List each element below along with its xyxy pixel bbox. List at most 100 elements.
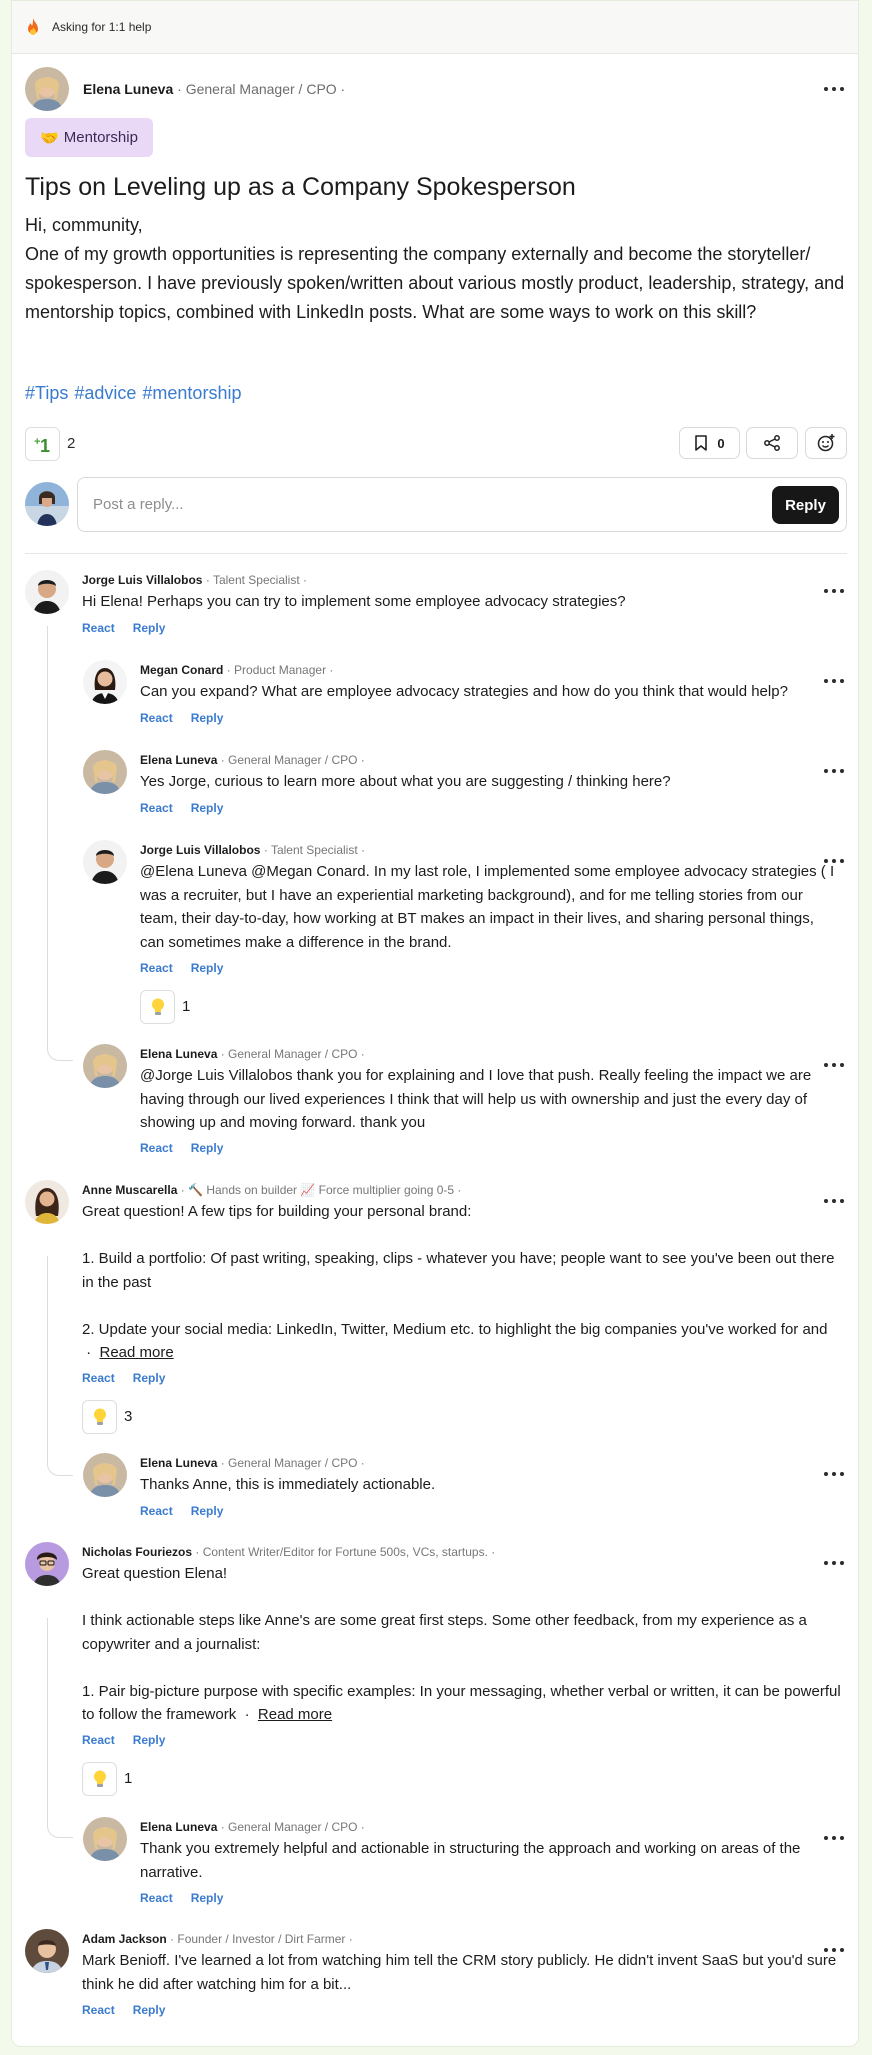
comment-author[interactable]: Elena Luneva (140, 1456, 217, 1470)
bookmark-button[interactable]: 0 (679, 427, 740, 459)
reply-submit-button[interactable]: Reply (772, 486, 839, 524)
reply-input[interactable]: Post a reply... Reply (77, 477, 847, 532)
comment-more-options-button[interactable] (824, 1834, 844, 1842)
reaction-bulb-button[interactable] (82, 1762, 117, 1796)
avatar-elena-icon (83, 750, 127, 794)
author-name[interactable]: Elena Luneva (83, 81, 173, 97)
reply-button[interactable]: Reply (191, 961, 224, 975)
comment-paragraph-text: 1. Pair big-picture purpose with specifi… (82, 1682, 841, 1724)
comment-more-options-button[interactable] (824, 1559, 844, 1567)
comment-paragraph: 2. Update your social media: LinkedIn, T… (82, 1320, 828, 1362)
post-title: Tips on Leveling up as a Company Spokesp… (25, 173, 576, 201)
comment-author-role: · Content Writer/Editor for Fortune 500s… (195, 1545, 496, 1559)
reaction-count: 3 (124, 1408, 133, 1425)
avatar[interactable] (83, 660, 127, 704)
comment-more-options-button[interactable] (824, 1470, 844, 1478)
avatar-megan-icon (83, 660, 127, 704)
comment-actions: React Reply (140, 711, 241, 725)
author-line: Elena Luneva · General Manager / CPO · (83, 81, 345, 97)
comment-header: Elena Luneva · General Manager / CPO · (140, 1456, 365, 1470)
comment-actions: React Reply (82, 2003, 183, 2017)
react-button[interactable]: React (140, 961, 173, 975)
comment-more-options-button[interactable] (824, 677, 844, 685)
reaction-count: 1 (124, 1770, 133, 1787)
avatar[interactable] (25, 67, 69, 111)
hashtag-tips[interactable]: #Tips (25, 383, 68, 403)
react-button[interactable]: React (140, 801, 173, 815)
avatar[interactable] (83, 1453, 127, 1497)
comment-author[interactable]: Nicholas Fouriezos (82, 1545, 192, 1559)
react-button[interactable]: React (140, 1141, 173, 1155)
comment-header: Megan Conard · Product Manager · (140, 663, 333, 677)
comment-header: Jorge Luis Villalobos · Talent Specialis… (82, 573, 307, 587)
reply-button[interactable]: Reply (191, 1141, 224, 1155)
comment-more-options-button[interactable] (824, 587, 844, 595)
comment-more-options-button[interactable] (824, 1946, 844, 1954)
reply-button[interactable]: Reply (133, 1733, 166, 1747)
comment-more-options-button[interactable] (824, 1197, 844, 1205)
category-tag[interactable]: 🤝 Mentorship (25, 118, 153, 157)
comment-actions: React Reply (140, 961, 241, 975)
comment-author[interactable]: Megan Conard (140, 663, 223, 677)
comment-paragraph-text: 2. Update your social media: LinkedIn, T… (82, 1320, 828, 1338)
comment: Jorge Luis Villalobos · Talent Specialis… (25, 570, 847, 635)
lightbulb-icon (151, 998, 164, 1015)
react-button[interactable]: React (140, 711, 173, 725)
avatar[interactable] (83, 750, 127, 794)
comment-author[interactable]: Adam Jackson (82, 1932, 167, 1946)
avatar[interactable] (25, 1542, 69, 1586)
comment-actions: React Reply (82, 621, 183, 635)
comment-author[interactable]: Jorge Luis Villalobos (82, 573, 202, 587)
comment-author[interactable]: Jorge Luis Villalobos (140, 843, 260, 857)
reaction-bulb-button[interactable] (140, 990, 175, 1024)
share-button[interactable] (746, 427, 798, 459)
comment: Jorge Luis Villalobos · Talent Specialis… (83, 840, 847, 1024)
reaction-bulb-button[interactable] (82, 1400, 117, 1434)
reply-button[interactable]: Reply (133, 2003, 166, 2017)
upvote-button[interactable]: +1 (25, 427, 60, 461)
react-button[interactable]: React (140, 1891, 173, 1905)
comment: Elena Luneva · General Manager / CPO · T… (83, 1817, 847, 1907)
reply-button[interactable]: Reply (191, 711, 224, 725)
add-reaction-button[interactable] (805, 427, 847, 459)
avatar[interactable] (83, 840, 127, 884)
comment-author-role: · General Manager / CPO · (220, 1047, 365, 1061)
comment-author[interactable]: Elena Luneva (140, 1047, 217, 1061)
avatar[interactable] (25, 570, 69, 614)
hashtag-mentorship[interactable]: #mentorship (142, 383, 241, 403)
reply-composer: Post a reply... Reply (25, 477, 847, 532)
topbar-label: Asking for 1:1 help (52, 20, 152, 34)
reply-button[interactable]: Reply (191, 1504, 224, 1518)
comment-more-options-button[interactable] (824, 857, 844, 865)
reply-input-placeholder: Post a reply... (93, 496, 184, 513)
read-more-link[interactable]: Read more (258, 1706, 332, 1723)
react-button[interactable]: React (82, 1371, 115, 1385)
comment-author[interactable]: Elena Luneva (140, 1820, 217, 1834)
react-button[interactable]: React (82, 1733, 115, 1747)
avatar[interactable] (25, 1929, 69, 1973)
reply-button[interactable]: Reply (191, 1891, 224, 1905)
post-more-options-button[interactable] (824, 85, 844, 93)
comment-more-options-button[interactable] (824, 1061, 844, 1069)
comment-header: Jorge Luis Villalobos · Talent Specialis… (140, 843, 365, 857)
comment-text: Thank you extremely helpful and actionab… (140, 1840, 801, 1881)
comment-author[interactable]: Elena Luneva (140, 753, 217, 767)
avatar[interactable] (25, 1180, 69, 1224)
comment-more-options-button[interactable] (824, 767, 844, 775)
handshake-icon: 🤝 (40, 129, 59, 147)
reply-button[interactable]: Reply (191, 801, 224, 815)
comment-paragraph: I think actionable steps like Anne's are… (82, 1612, 807, 1653)
read-more-link[interactable]: Read more (100, 1344, 174, 1361)
reply-button[interactable]: Reply (133, 1371, 166, 1385)
react-button[interactable]: React (82, 621, 115, 635)
reply-button[interactable]: Reply (133, 621, 166, 635)
comment-text: Mark Benioff. I've learned a lot from wa… (82, 1952, 837, 1993)
upvote-count: 2 (67, 435, 76, 452)
react-button[interactable]: React (140, 1504, 173, 1518)
avatar[interactable] (83, 1817, 127, 1861)
post-body-greeting: Hi, community, (25, 215, 143, 235)
react-button[interactable]: React (82, 2003, 115, 2017)
hashtag-advice[interactable]: #advice (74, 383, 136, 403)
comment-author[interactable]: Anne Muscarella (82, 1183, 177, 1197)
avatar[interactable] (83, 1044, 127, 1088)
